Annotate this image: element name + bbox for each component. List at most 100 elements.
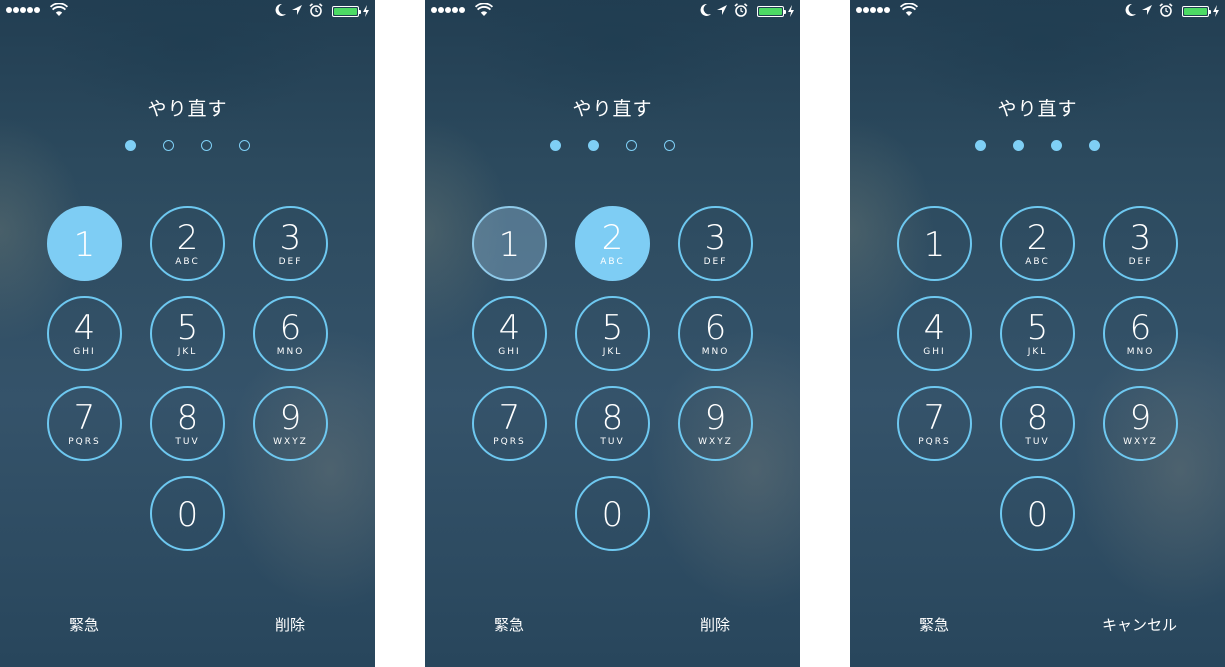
emergency-button[interactable]: 緊急 (919, 614, 949, 635)
key-digit: 2 (601, 218, 624, 258)
key-letters: DEF (278, 257, 303, 267)
charging-bolt-icon (363, 5, 369, 17)
key-6[interactable]: 6 MNO (253, 296, 328, 371)
signal-strength-icon (6, 7, 41, 15)
key-digit: 4 (923, 308, 946, 348)
passcode-title: やり直す (997, 98, 1078, 120)
alarm-clock-icon (1159, 3, 1173, 17)
key-2[interactable]: 2 ABC (150, 206, 225, 281)
battery-icon (757, 6, 786, 17)
key-5[interactable]: 5 JKL (150, 296, 225, 371)
key-0[interactable]: 0 (150, 476, 225, 551)
key-4[interactable]: 4 GHI (472, 296, 547, 371)
passcode-title: やり直す (572, 98, 653, 120)
key-7[interactable]: 7 PQRS (472, 386, 547, 461)
key-digit: 4 (498, 308, 521, 348)
key-digit: 2 (176, 218, 199, 258)
key-digit: 9 (704, 398, 727, 438)
key-8[interactable]: 8 TUV (1000, 386, 1075, 461)
key-digit: 2 (1026, 218, 1049, 258)
key-digit: 6 (279, 308, 302, 348)
key-digit: 8 (601, 398, 624, 438)
key-7[interactable]: 7 PQRS (47, 386, 122, 461)
key-letters: JKL (602, 347, 623, 357)
status-bar (425, 0, 800, 22)
key-1[interactable]: 1 (47, 206, 122, 281)
key-digit: 0 (1026, 495, 1049, 535)
key-digit: 9 (1129, 398, 1152, 438)
passcode-dot (201, 140, 212, 151)
key-letters: ABC (600, 257, 625, 267)
key-5[interactable]: 5 JKL (575, 296, 650, 371)
key-digit: 3 (279, 218, 302, 258)
lock-screen-1: やり直す 1 2 ABC 3 DEF 4 GHI 5 JKL 6 MNO 7 PQRS 8T… (0, 0, 375, 667)
key-3[interactable]: 3 DEF (1103, 206, 1178, 281)
key-6[interactable]: 6 MNO (1103, 296, 1178, 371)
signal-strength-icon (431, 7, 466, 15)
location-arrow-icon (292, 5, 302, 15)
key-digit: 6 (1129, 308, 1152, 348)
key-digit: 5 (176, 308, 199, 348)
location-arrow-icon (717, 5, 727, 15)
key-0[interactable]: 0 (1000, 476, 1075, 551)
key-3[interactable]: 3 DEF (253, 206, 328, 281)
passcode-dot (588, 140, 599, 151)
passcode-dot (626, 140, 637, 151)
key-0[interactable]: 0 (575, 476, 650, 551)
key-6[interactable]: 6 MNO (678, 296, 753, 371)
key-digit: 5 (601, 308, 624, 348)
moon-icon (1125, 3, 1136, 16)
key-3[interactable]: 3 DEF (678, 206, 753, 281)
emergency-button[interactable]: 緊急 (494, 614, 524, 635)
signal-strength-icon (856, 7, 891, 15)
key-letters: MNO (1126, 347, 1155, 357)
key-digit: 4 (73, 308, 96, 348)
key-8[interactable]: 8 TUV (575, 386, 650, 461)
status-bar (850, 0, 1225, 22)
key-letters: GHI (73, 347, 96, 357)
key-1[interactable]: 1 (897, 206, 972, 281)
key-letters: ABC (1025, 257, 1050, 267)
key-letters: GHI (923, 347, 946, 357)
key-9[interactable]: 9 WXYZ (1103, 386, 1178, 461)
key-1[interactable]: 1 (472, 206, 547, 281)
lock-screen-2: やり直す 1 2 ABC 3 DEF 4 GHI 5 JKL 6 MNO 7 PQRS 8T… (425, 0, 800, 667)
alarm-clock-icon (734, 3, 748, 17)
key-9[interactable]: 9 WXYZ (253, 386, 328, 461)
key-digit: 7 (923, 398, 946, 438)
passcode-dot (125, 140, 136, 151)
key-8[interactable]: 8 TUV (150, 386, 225, 461)
key-digit: 6 (704, 308, 727, 348)
key-2[interactable]: 2 ABC (575, 206, 650, 281)
key-letters: WXYZ (698, 437, 733, 447)
emergency-button[interactable]: 緊急 (69, 614, 99, 635)
passcode-dots (0, 140, 375, 151)
key-9[interactable]: 9 WXYZ (678, 386, 753, 461)
key-letters: DEF (703, 257, 728, 267)
moon-icon (700, 3, 711, 16)
passcode-dot (163, 140, 174, 151)
key-digit: 9 (279, 398, 302, 438)
passcode-dot (239, 140, 250, 151)
passcode-dot (1013, 140, 1024, 151)
key-4[interactable]: 4 GHI (897, 296, 972, 371)
key-letters: PQRS (493, 437, 526, 447)
key-digit: 7 (73, 398, 96, 438)
delete-button[interactable]: 削除 (700, 614, 730, 635)
key-2[interactable]: 2 ABC (1000, 206, 1075, 281)
passcode-title: やり直す (147, 98, 228, 120)
battery-icon (332, 6, 361, 17)
passcode-dots (425, 140, 800, 151)
key-digit: 1 (923, 225, 946, 265)
key-4[interactable]: 4 GHI (47, 296, 122, 371)
key-7[interactable]: 7 PQRS (897, 386, 972, 461)
key-5[interactable]: 5 JKL (1000, 296, 1075, 371)
passcode-dot (975, 140, 986, 151)
cancel-button[interactable]: キャンセル (1102, 614, 1177, 635)
charging-bolt-icon (1213, 5, 1219, 17)
delete-button[interactable]: 削除 (275, 614, 305, 635)
passcode-dot (1051, 140, 1062, 151)
key-digit: 8 (176, 398, 199, 438)
key-letters: WXYZ (273, 437, 308, 447)
key-letters: MNO (701, 347, 730, 357)
